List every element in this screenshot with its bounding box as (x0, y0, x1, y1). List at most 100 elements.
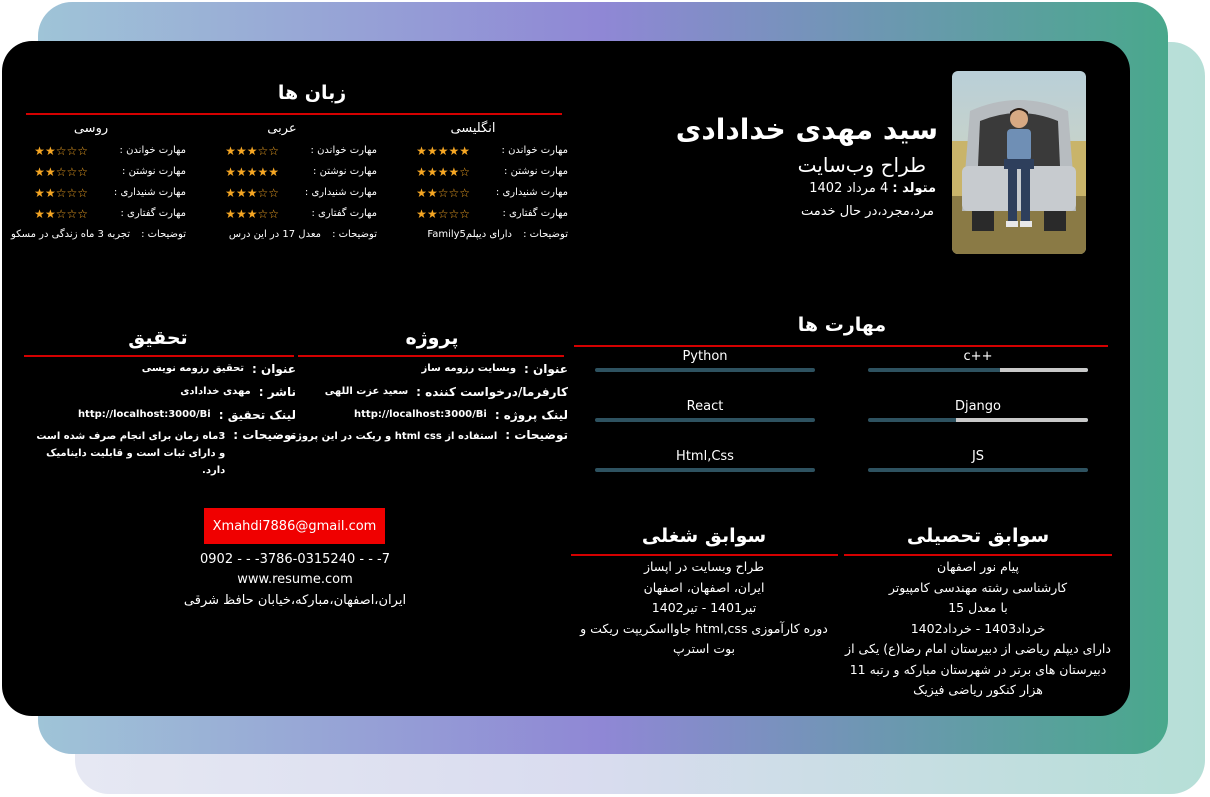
star-filled-icon: ★ (235, 143, 247, 158)
research-desc-label: توضیحات : (233, 428, 296, 442)
star-empty-icon: ☆ (77, 206, 88, 221)
contact-phone: 0902 - - -3786-0315240 - - -7 (200, 552, 390, 567)
project-link-label: لینک پروژه : (494, 407, 568, 422)
contact-address: ایران،اصفهان،مبارکه،خیابان حافظ شرقی (183, 593, 407, 608)
language-skill-label: مهارت گفتاری : (120, 208, 186, 219)
skill-name: Html,Css (676, 449, 734, 464)
language-name: عربی (267, 121, 297, 136)
star-filled-icon: ★ (225, 206, 236, 221)
star-filled-icon: ★ (426, 185, 438, 200)
work-divider (571, 554, 838, 556)
star-empty-icon: ☆ (66, 185, 78, 200)
star-empty-icon: ☆ (448, 185, 460, 200)
skill-level-bar (595, 468, 815, 472)
star-filled-icon: ★ (44, 185, 56, 200)
project-desc-row: توضیحات : استفاده از html css و ریکت در … (288, 428, 568, 445)
language-skill-label: مهارت شنیداری : (304, 187, 377, 198)
star-filled-icon: ★ (416, 164, 427, 179)
skill-name: c++ (963, 349, 993, 364)
star-empty-icon: ☆ (77, 143, 88, 158)
star-filled-icon: ★ (437, 143, 449, 158)
skill-level-bar (595, 418, 815, 422)
language-desc-label: توضیحات : (523, 229, 568, 240)
language-skill-row: مهارت خواندن : ★★☆☆☆ (2, 140, 186, 161)
profile-name: سید مهدی خدادادی (675, 113, 938, 146)
language-skill-label: مهارت خواندن : (310, 145, 377, 156)
project-link[interactable]: http://localhost:3000/Bi (354, 409, 487, 420)
research-link[interactable]: http://localhost:3000/Bi (78, 409, 211, 420)
star-filled-icon: ★ (426, 143, 438, 158)
star-filled-icon: ★ (34, 206, 45, 221)
star-empty-icon: ☆ (66, 206, 78, 221)
star-filled-icon: ★ (34, 185, 45, 200)
star-filled-icon: ★ (448, 143, 460, 158)
email-button[interactable]: Xmahdi7886@gmail.com (204, 508, 385, 544)
skill-name: Python (682, 349, 728, 364)
star-empty-icon: ☆ (459, 185, 470, 200)
star-rating: ★★☆☆☆ (34, 144, 88, 158)
language-skill-row: مهارت نوشتن : ★★☆☆☆ (2, 161, 186, 182)
star-empty-icon: ☆ (55, 143, 67, 158)
born-label: متولد : (892, 181, 936, 196)
language-desc-value: معدل 17 در این درس (228, 229, 321, 240)
project-desc-value: استفاده از html css و ریکت در این پروژه (290, 431, 498, 442)
skill-item: Html,Css (595, 449, 815, 472)
language-skill-label: مهارت خواندن : (501, 145, 568, 156)
language-desc-row: توضیحات : دارای دیپلمFamily5 (378, 227, 568, 242)
work-line: تیر1401 - تیر1402 (651, 600, 757, 615)
star-empty-icon: ☆ (257, 143, 269, 158)
research-title-row: عنوان : تحقیق رزومه نویسی (26, 357, 296, 380)
star-rating: ★★★☆☆ (225, 144, 279, 158)
education-line: کارشناسی رشته مهندسی کامپیوتر (888, 579, 1068, 595)
star-empty-icon: ☆ (66, 164, 78, 179)
work-line: ایران، اصفهان، اصفهان (643, 579, 765, 595)
star-empty-icon: ☆ (268, 206, 279, 221)
work-line: دوره کارآموزی html,css جاوااسکریپت ریکت … (580, 620, 828, 657)
star-empty-icon: ☆ (257, 185, 269, 200)
star-rating: ★★☆☆☆ (416, 207, 470, 221)
language-skill-row: مهارت گفتاری : ★★★☆☆ (187, 203, 377, 224)
skills-divider (574, 345, 1108, 347)
language-skill-label: مهارت نوشتن : (122, 166, 186, 177)
profile-job-title: طراح وب‌سایت (797, 153, 926, 177)
profile-photo (952, 71, 1086, 254)
project-title: پروژه (405, 327, 459, 349)
language-desc-row: توضیحات : تجربه 3 ماه زندگی در مسکو (2, 227, 186, 242)
language-skill-label: مهارت شنیداری : (495, 187, 568, 198)
skill-item: Django (868, 399, 1088, 422)
skill-level-bar (868, 468, 1088, 472)
language-desc-label: توضیحات : (141, 229, 186, 240)
skill-item: c++ (868, 349, 1088, 372)
language-skill-row: مهارت شنیداری : ★★☆☆☆ (2, 182, 186, 203)
star-rating: ★★☆☆☆ (34, 165, 88, 179)
star-filled-icon: ★ (225, 164, 236, 179)
contact-website[interactable]: www.resume.com (145, 572, 445, 587)
star-empty-icon: ☆ (55, 206, 67, 221)
skill-item: JS (868, 449, 1088, 472)
research-publisher-row: ناشر : مهدی خدادادی (26, 380, 296, 403)
education-line: دارای دیپلم ریاضی از دبیرستان امام رضا(ع… (845, 641, 1111, 697)
language-skill-label: مهارت نوشتن : (504, 166, 568, 177)
work-line: طراح وبسایت در اپساز (643, 559, 765, 574)
language-skill-label: مهارت شنیداری : (113, 187, 186, 198)
language-skill-label: مهارت خواندن : (119, 145, 186, 156)
education-line: پیام نور اصفهان (937, 559, 1019, 574)
research-title-value: تحقیق رزومه نویسی (141, 363, 245, 374)
language-skill-label: مهارت گفتاری : (311, 208, 377, 219)
research-link-label: لینک تحقیق : (218, 407, 296, 422)
star-rating: ★★☆☆☆ (34, 207, 88, 221)
education-divider (844, 554, 1112, 556)
profile-born: متولد : 4 مرداد 1402 (809, 181, 936, 196)
star-filled-icon: ★ (44, 143, 56, 158)
star-empty-icon: ☆ (66, 143, 78, 158)
research-title-label: عنوان : (252, 361, 296, 376)
star-filled-icon: ★ (235, 164, 247, 179)
education-line: خرداد1403 - خرداد1402 (910, 620, 1046, 636)
star-rating: ★★★★★ (225, 165, 279, 179)
star-rating: ★★★☆☆ (225, 207, 279, 221)
project-title-value: وبسایت رزومه ساز (421, 363, 517, 374)
language-skill-row: مهارت گفتاری : ★★☆☆☆ (2, 203, 186, 224)
research-desc-value: 3ماه زمان برای انجام صرف شده است و دارای… (36, 431, 226, 476)
language-skill-row: مهارت شنیداری : ★★★☆☆ (187, 182, 377, 203)
language-skill-row: مهارت شنیداری : ★★☆☆☆ (378, 182, 568, 203)
